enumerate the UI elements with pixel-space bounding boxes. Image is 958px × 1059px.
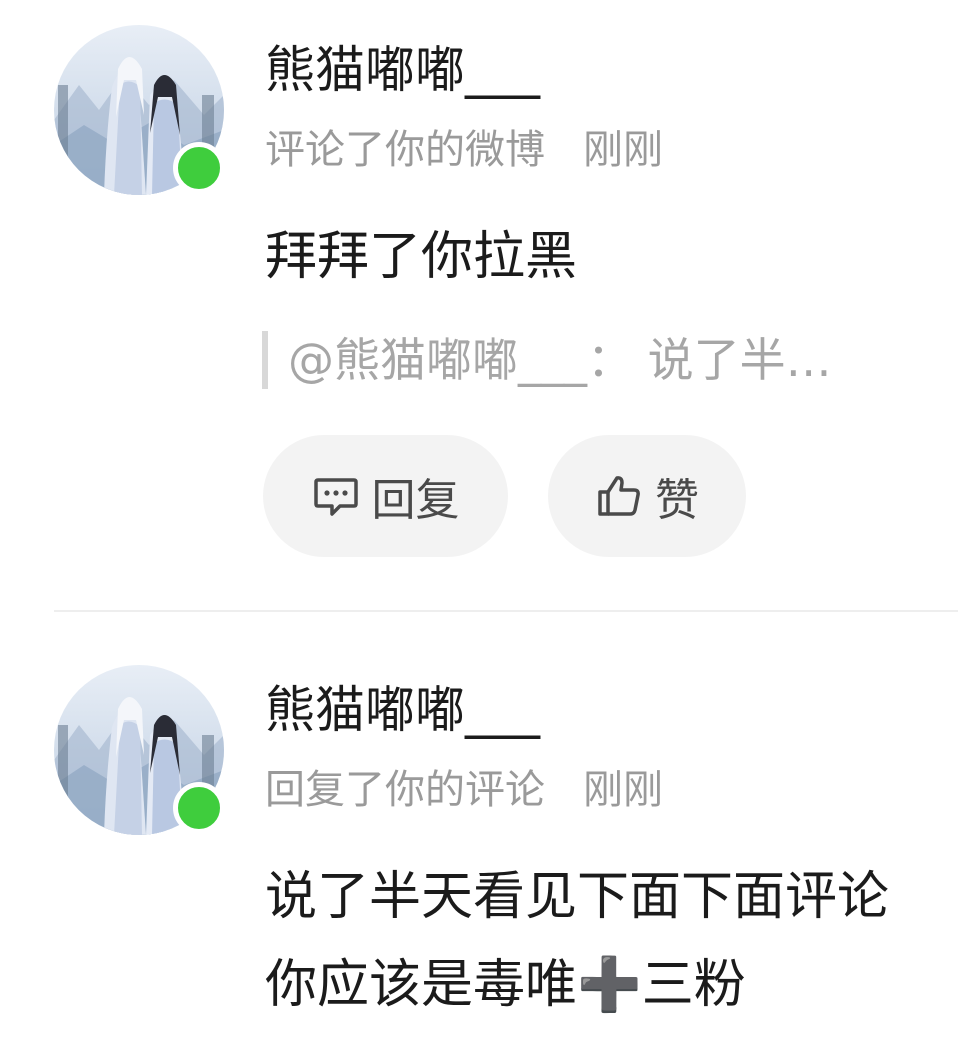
reply-button-label: 回复	[371, 475, 460, 526]
user-name[interactable]: 熊猫嘟嘟___	[265, 680, 540, 740]
avatar[interactable]	[54, 665, 225, 835]
notification-meta: 回复了你的评论 刚刚	[265, 765, 663, 815]
thumbs-up-icon	[598, 476, 640, 516]
online-status-dot	[173, 782, 225, 834]
avatar[interactable]	[54, 25, 225, 195]
like-button-label: 赞	[655, 475, 699, 526]
notification-time: 刚刚	[583, 767, 663, 813]
notification-action: 评论了你的微博	[265, 127, 545, 173]
notification-item[interactable]: 熊猫嘟嘟___ 回复了你的评论 刚刚 说了半天看见下面下面评论你应该是毒唯➕三粉	[0, 612, 958, 1059]
user-name[interactable]: 熊猫嘟嘟___	[265, 40, 540, 100]
notification-meta: 评论了你的微博 刚刚	[265, 125, 663, 175]
comment-text[interactable]: 说了半天看见下面下面评论你应该是毒唯➕三粉	[265, 853, 925, 1029]
notification-time: 刚刚	[583, 127, 663, 173]
notification-feed: 熊猫嘟嘟___ 评论了你的微博 刚刚 拜拜了你拉黑 @熊猫嘟嘟___： 说了半… …	[0, 0, 958, 1059]
quoted-comment[interactable]: @熊猫嘟嘟___： 说了半…	[262, 331, 922, 389]
comment-bubble-icon	[313, 478, 358, 516]
like-button[interactable]: 赞	[548, 435, 746, 557]
comment-text[interactable]: 拜拜了你拉黑	[265, 213, 925, 301]
reply-button[interactable]: 回复	[263, 435, 508, 557]
notification-action: 回复了你的评论	[265, 767, 545, 813]
notification-item[interactable]: 熊猫嘟嘟___ 评论了你的微博 刚刚 拜拜了你拉黑 @熊猫嘟嘟___： 说了半… …	[0, 0, 958, 610]
online-status-dot	[173, 142, 225, 194]
